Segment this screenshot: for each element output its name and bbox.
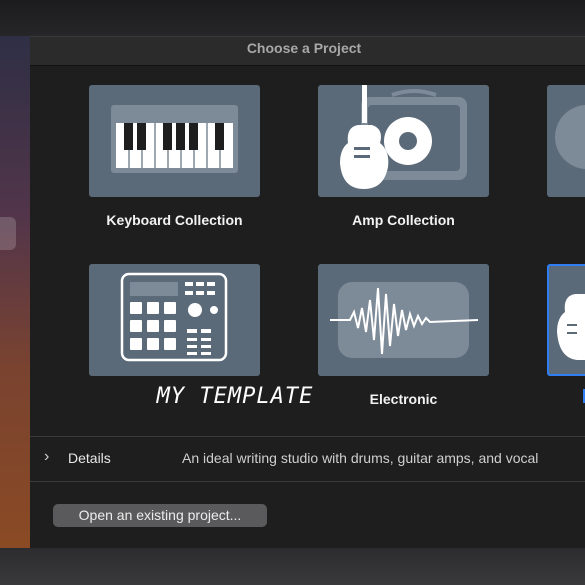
template-label-electronic: Electronic xyxy=(369,391,438,407)
details-description: An ideal writing studio with drums, guit… xyxy=(182,450,539,466)
template-label-my-template: MY TEMPLATE xyxy=(156,384,314,409)
template-tile-amp-collection[interactable] xyxy=(318,85,489,197)
drum-machine-icon xyxy=(120,272,228,362)
template-tile-my-template[interactable] xyxy=(89,264,260,376)
details-label[interactable]: Details xyxy=(68,450,111,466)
template-label-keyboard-collection: Keyboard Collection xyxy=(106,212,243,228)
template-partial-icon xyxy=(555,105,585,169)
waveform-icon xyxy=(330,282,479,358)
dialog-title: Choose a Project xyxy=(246,40,362,56)
choose-project-dialog: Choose a Project Keyboard Collection Amp… xyxy=(30,36,585,549)
piano-keyboard-icon xyxy=(111,105,238,173)
desktop-sidebar-background xyxy=(0,36,30,548)
details-bottom-divider xyxy=(30,481,585,482)
template-label-amp-collection: Amp Collection xyxy=(352,212,455,228)
chevron-right-icon[interactable]: › xyxy=(44,448,49,466)
screen: Choose a Project Keyboard Collection Amp… xyxy=(0,0,585,585)
guitar-partial-icon xyxy=(557,294,585,360)
guitar-amp-icon xyxy=(340,85,467,189)
top-desktop-strip xyxy=(0,0,585,36)
dialog-title-bar: Choose a Project xyxy=(30,37,585,66)
sidebar-selection-highlight xyxy=(0,217,16,250)
template-tile-partial-selected[interactable] xyxy=(547,264,585,376)
template-tile-keyboard-collection[interactable] xyxy=(89,85,260,197)
open-existing-project-button[interactable]: Open an existing project... xyxy=(53,504,267,527)
bottom-desktop-strip xyxy=(0,548,585,585)
template-tile-electronic[interactable] xyxy=(318,264,489,376)
template-tile-partial-top[interactable] xyxy=(547,85,585,197)
details-row[interactable]: › Details An ideal writing studio with d… xyxy=(30,437,585,481)
